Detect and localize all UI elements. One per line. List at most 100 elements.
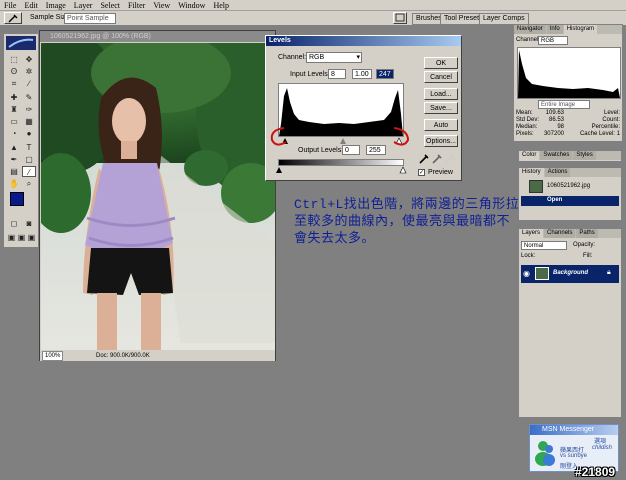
menu-edit[interactable]: Edit xyxy=(24,1,37,10)
levels-dialog-title[interactable]: Levels xyxy=(266,36,461,46)
shape-tool-icon[interactable]: ▢ xyxy=(22,154,36,165)
output-black-field[interactable]: 0 xyxy=(342,145,360,155)
eraser-tool-icon[interactable]: ▭ xyxy=(7,116,21,127)
output-white-field[interactable]: 255 xyxy=(366,145,386,155)
input-white-field[interactable]: 247 xyxy=(376,69,394,79)
marquee-tool-icon[interactable]: ⬚ xyxy=(7,54,21,65)
menu-select[interactable]: Select xyxy=(100,1,120,10)
output-slider[interactable] xyxy=(276,166,408,174)
layers-panel: Layers Channels Paths Normal Opacity: Lo… xyxy=(518,228,622,418)
zoom-tool-icon[interactable]: ⌕ xyxy=(22,178,36,189)
history-brush-tool-icon[interactable]: ✑ xyxy=(22,104,36,115)
tab-history[interactable]: History xyxy=(519,168,544,177)
save-button[interactable]: Save... xyxy=(424,102,458,114)
msn-options-link[interactable]: 選項 xyxy=(594,436,606,445)
sample-size-select[interactable]: Point Sample xyxy=(64,13,116,24)
history-snapshot-row[interactable]: 1060521962.jpg xyxy=(521,179,619,195)
stat-median-label: Median: xyxy=(516,124,538,130)
notes-tool-icon[interactable]: ▤ xyxy=(7,166,21,177)
tab-histogram[interactable]: Histogram xyxy=(563,25,598,34)
histogram-stats-right: Level: Count: Percentile: Cache Level: 1 xyxy=(570,110,620,138)
document-status-bar: 100% Doc: 900.0K/900.0K xyxy=(40,351,275,361)
preview-checkbox[interactable]: ✓ xyxy=(418,169,425,176)
tab-actions[interactable]: Actions xyxy=(544,168,571,177)
histogram-channel-select[interactable]: RGB xyxy=(538,36,568,45)
stat-level-label: Level: xyxy=(603,110,620,116)
tab-swatches[interactable]: Swatches xyxy=(540,151,573,160)
quick-mask-icon[interactable]: ◙ xyxy=(22,218,36,229)
tab-styles[interactable]: Styles xyxy=(573,151,596,160)
document-title[interactable]: 1060521962.jpg @ 100% (RGB) xyxy=(40,31,275,42)
input-black-field[interactable]: 8 xyxy=(328,69,346,79)
zoom-level[interactable]: 100% xyxy=(42,351,64,361)
screen-mode-full-icon[interactable]: ▣ xyxy=(27,232,36,243)
blur-tool-icon[interactable]: ◔ xyxy=(7,128,21,139)
dodge-tool-icon[interactable]: ● xyxy=(22,128,36,139)
blend-mode-select[interactable]: Normal xyxy=(521,241,567,250)
channel-select[interactable]: RGB ▾ xyxy=(306,52,362,63)
pen-tool-icon[interactable]: ✒ xyxy=(7,154,21,165)
gradient-tool-icon[interactable]: ▦ xyxy=(22,116,36,127)
input-gamma-field[interactable]: 1.00 xyxy=(352,69,372,79)
screen-mode-full-menu-icon[interactable]: ▣ xyxy=(17,232,26,243)
histogram-panel-tabs: Navigator Info Histogram xyxy=(514,25,622,34)
menu-help[interactable]: Help xyxy=(213,1,229,10)
tab-color[interactable]: Color xyxy=(519,151,540,160)
histogram-graph-box xyxy=(517,47,621,99)
lock-icon: 🔒︎ xyxy=(607,269,611,276)
ok-button[interactable]: OK xyxy=(424,57,458,69)
stat-percentile-label: Percentile: xyxy=(591,124,620,130)
layer-thumbnail xyxy=(535,267,549,280)
menu-layer[interactable]: Layer xyxy=(74,1,93,10)
lasso-tool-icon[interactable]: ʘ xyxy=(7,66,21,77)
magic-wand-tool-icon[interactable]: ✲ xyxy=(22,66,36,77)
menu-window[interactable]: Window xyxy=(178,1,205,10)
tab-paths[interactable]: Paths xyxy=(576,229,598,238)
path-selection-tool-icon[interactable]: ▲ xyxy=(7,142,21,153)
black-point-eyedropper-icon[interactable] xyxy=(418,153,430,165)
menu-file[interactable]: File xyxy=(4,1,16,10)
menu-image[interactable]: Image xyxy=(46,1,66,10)
histogram-source-select[interactable]: Entire Image xyxy=(538,100,590,109)
channel-value: RGB xyxy=(309,54,325,61)
brush-tool-icon[interactable]: ✎ xyxy=(22,92,36,103)
healing-brush-tool-icon[interactable]: ✚ xyxy=(7,92,21,103)
history-step-row[interactable]: Open xyxy=(521,196,619,206)
foreground-color-swatch[interactable] xyxy=(10,192,24,206)
tab-navigator[interactable]: Navigator xyxy=(514,25,546,34)
tab-channels[interactable]: Channels xyxy=(544,229,576,238)
menu-bar: File Edit Image Layer Select Filter View… xyxy=(0,0,626,11)
standard-mode-icon[interactable]: ◻ xyxy=(7,218,21,229)
tab-layers[interactable]: Layers xyxy=(519,229,544,238)
stat-cache-level-value: 1 xyxy=(616,131,620,137)
msn-title: MSN Messenger xyxy=(530,425,618,435)
screen-mode-standard-icon[interactable]: ▣ xyxy=(7,232,16,243)
clone-stamp-tool-icon[interactable]: ♜ xyxy=(7,104,21,115)
auto-button[interactable]: Auto xyxy=(424,119,458,131)
palette-well-button[interactable] xyxy=(393,12,407,24)
eyedropper-tool-icon[interactable]: ⁄ xyxy=(22,166,36,177)
gray-point-eyedropper-icon[interactable] xyxy=(431,153,443,165)
options-button[interactable]: Options... xyxy=(424,135,458,147)
eyedropper-preset-button[interactable] xyxy=(4,12,22,24)
crop-tool-icon[interactable]: ⌗ xyxy=(7,78,21,89)
move-tool-icon[interactable]: ✥ xyxy=(22,54,36,65)
tab-info[interactable]: Info xyxy=(546,25,563,34)
menu-filter[interactable]: Filter xyxy=(128,1,145,10)
cancel-button[interactable]: Cancel xyxy=(424,71,458,83)
stat-pixels-value: 307200 xyxy=(543,131,564,137)
layer-row-background[interactable]: ◉ Background 🔒︎ xyxy=(521,265,619,283)
white-point-eyedropper-icon[interactable] xyxy=(444,153,456,165)
document-photo[interactable] xyxy=(41,43,275,350)
menu-view[interactable]: View xyxy=(153,1,170,10)
palette-well-icon xyxy=(395,13,405,22)
eye-icon[interactable]: ◉ xyxy=(523,269,530,278)
type-tool-icon[interactable]: T xyxy=(22,142,36,153)
fill-label: Fill: xyxy=(583,253,593,259)
stat-pixels-label: Pixels: xyxy=(516,131,534,137)
histogram-graph xyxy=(518,50,620,98)
load-button[interactable]: Load... xyxy=(424,88,458,100)
hand-tool-icon[interactable]: ✋ xyxy=(7,178,21,189)
snapshot-thumbnail xyxy=(529,180,543,193)
slice-tool-icon[interactable]: ∕ xyxy=(22,78,36,89)
